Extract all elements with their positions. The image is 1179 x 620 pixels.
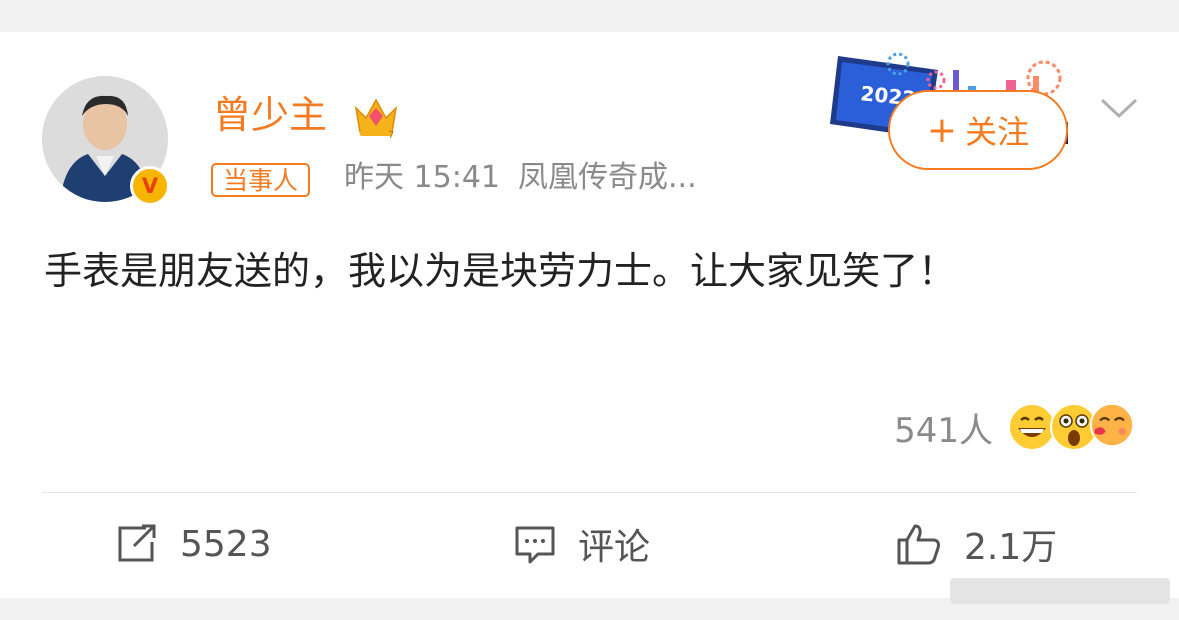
chevron-down-icon[interactable] — [1098, 94, 1140, 122]
like-button[interactable]: 2.1万 — [896, 514, 1057, 574]
role-badge: 当事人 — [211, 163, 311, 197]
post-meta: 昨天 15:41 凤凰传奇成... — [344, 158, 697, 198]
likes-people-count: 541人 — [894, 410, 993, 451]
thumbs-up-icon — [897, 524, 940, 565]
repost-count: 5523 — [180, 523, 272, 565]
svg-text:7: 7 — [388, 130, 394, 140]
reactions-summary[interactable]: 541人 — [894, 402, 1135, 452]
crown-vip-icon[interactable]: 7 — [352, 94, 400, 140]
comment-icon — [515, 526, 555, 564]
like-count: 2.1万 — [964, 527, 1058, 568]
follow-label: 关注 — [965, 113, 1030, 151]
comment-button[interactable]: 评论 — [514, 514, 650, 574]
username[interactable]: 曾少主 — [213, 92, 327, 138]
repost-button[interactable]: 5523 — [116, 514, 272, 574]
comment-label: 评论 — [578, 527, 651, 568]
verified-badge-icon: V — [130, 166, 170, 206]
post-time: 昨天 15:41 — [344, 160, 500, 195]
post-source[interactable]: 凤凰传奇成... — [518, 160, 697, 195]
follow-button[interactable]: + 关注 — [888, 90, 1068, 170]
kiss-emoji-icon — [1089, 402, 1135, 448]
divider — [42, 492, 1137, 493]
plus-icon: + — [926, 109, 958, 151]
weibo-post-card: V 曾少主 7 当事人 昨天 15:41 凤凰传奇成... 2022 + 关注 手… — [0, 32, 1179, 598]
share-icon — [118, 524, 156, 562]
scroll-indicator — [950, 578, 1170, 604]
post-content: 手表是朋友送的，我以为是块劳力士。让大家见笑了！ — [44, 249, 957, 293]
reaction-emojis — [1007, 402, 1135, 452]
